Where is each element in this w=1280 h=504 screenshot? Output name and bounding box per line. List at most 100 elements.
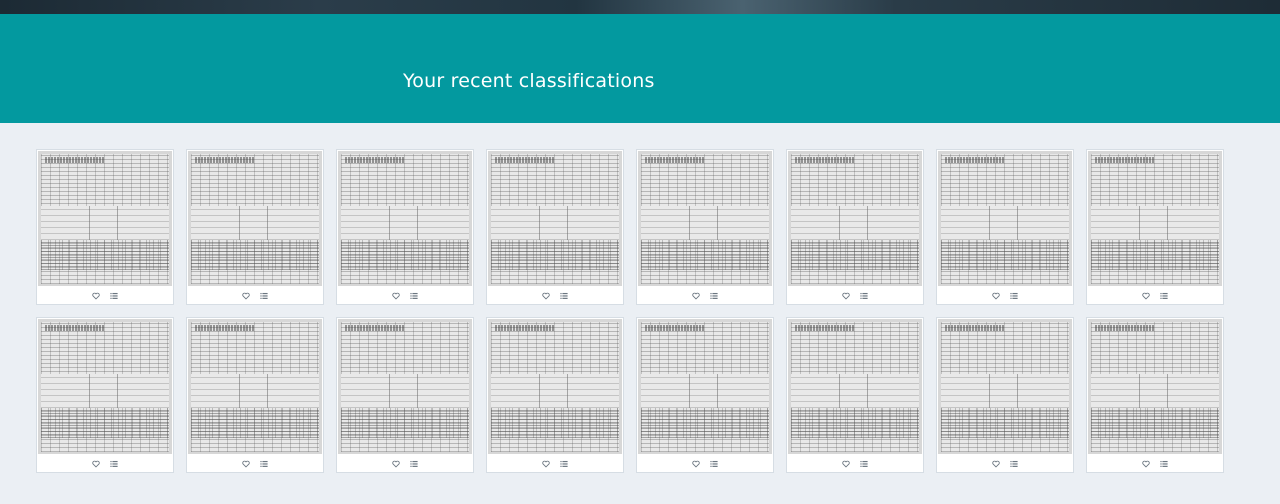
scanned-form-thumbnail[interactable] bbox=[788, 151, 922, 286]
add-to-collection-button[interactable] bbox=[1009, 459, 1019, 469]
scanned-form-image bbox=[41, 322, 169, 452]
add-to-collection-button[interactable] bbox=[259, 291, 269, 301]
favorite-button[interactable] bbox=[91, 291, 101, 301]
favorite-button[interactable] bbox=[991, 459, 1001, 469]
card-actions bbox=[337, 456, 473, 472]
scanned-form-thumbnail[interactable] bbox=[638, 151, 772, 286]
form-head-section bbox=[195, 157, 255, 163]
scanned-form-thumbnail[interactable] bbox=[488, 151, 622, 286]
add-to-collection-button[interactable] bbox=[559, 459, 569, 469]
add-to-collection-button[interactable] bbox=[709, 291, 719, 301]
add-to-collection-button[interactable] bbox=[1009, 291, 1019, 301]
scanned-form-thumbnail[interactable] bbox=[1088, 319, 1222, 454]
add-to-collection-button[interactable] bbox=[409, 459, 419, 469]
scanned-form-thumbnail[interactable] bbox=[38, 151, 172, 286]
collection-list-icon bbox=[560, 460, 568, 468]
scanned-form-thumbnail[interactable] bbox=[188, 319, 322, 454]
favorite-button[interactable] bbox=[841, 291, 851, 301]
add-to-collection-button[interactable] bbox=[109, 459, 119, 469]
favorite-button[interactable] bbox=[241, 459, 251, 469]
collection-list-icon bbox=[110, 292, 118, 300]
card-actions bbox=[937, 456, 1073, 472]
collection-list-icon bbox=[1160, 292, 1168, 300]
favorite-button[interactable] bbox=[391, 291, 401, 301]
scanned-form-image bbox=[191, 154, 319, 284]
scanned-form-thumbnail[interactable] bbox=[788, 319, 922, 454]
form-head-section bbox=[1095, 157, 1155, 163]
favorite-button[interactable] bbox=[841, 459, 851, 469]
favorite-button[interactable] bbox=[1141, 459, 1151, 469]
add-to-collection-button[interactable] bbox=[1159, 459, 1169, 469]
form-foot-section bbox=[791, 408, 919, 438]
card-actions bbox=[787, 288, 923, 304]
scanned-form-image bbox=[341, 154, 469, 284]
classifications-grid bbox=[36, 149, 1224, 473]
form-mid-section bbox=[941, 206, 1069, 240]
card-actions bbox=[787, 456, 923, 472]
card-actions bbox=[637, 288, 773, 304]
favorite-button[interactable] bbox=[391, 459, 401, 469]
form-head-section bbox=[945, 157, 1005, 163]
classification-card bbox=[486, 149, 624, 305]
add-to-collection-button[interactable] bbox=[259, 459, 269, 469]
collection-list-icon bbox=[110, 460, 118, 468]
scanned-form-image bbox=[641, 322, 769, 452]
heart-icon bbox=[92, 292, 100, 300]
form-head-section bbox=[645, 325, 705, 331]
add-to-collection-button[interactable] bbox=[859, 459, 869, 469]
card-actions bbox=[637, 456, 773, 472]
collection-list-icon bbox=[410, 292, 418, 300]
scanned-form-thumbnail[interactable] bbox=[38, 319, 172, 454]
favorite-button[interactable] bbox=[691, 459, 701, 469]
card-actions bbox=[487, 456, 623, 472]
hero-image-strip bbox=[0, 0, 1280, 14]
scanned-form-thumbnail[interactable] bbox=[488, 319, 622, 454]
form-foot-section bbox=[791, 240, 919, 270]
favorite-button[interactable] bbox=[691, 291, 701, 301]
add-to-collection-button[interactable] bbox=[409, 291, 419, 301]
form-mid-section bbox=[191, 374, 319, 408]
scanned-form-thumbnail[interactable] bbox=[638, 319, 772, 454]
add-to-collection-button[interactable] bbox=[109, 291, 119, 301]
collection-list-icon bbox=[1010, 292, 1018, 300]
add-to-collection-button[interactable] bbox=[859, 291, 869, 301]
form-mid-section bbox=[641, 374, 769, 408]
form-head-section bbox=[495, 325, 555, 331]
form-foot-section bbox=[1091, 408, 1219, 438]
favorite-button[interactable] bbox=[91, 459, 101, 469]
form-head-section bbox=[945, 325, 1005, 331]
classification-card bbox=[636, 317, 774, 473]
favorite-button[interactable] bbox=[541, 459, 551, 469]
form-foot-section bbox=[341, 240, 469, 270]
form-head-section bbox=[795, 325, 855, 331]
card-actions bbox=[337, 288, 473, 304]
favorite-button[interactable] bbox=[991, 291, 1001, 301]
scanned-form-thumbnail[interactable] bbox=[1088, 151, 1222, 286]
heart-icon bbox=[392, 292, 400, 300]
classification-card bbox=[636, 149, 774, 305]
scanned-form-thumbnail[interactable] bbox=[188, 151, 322, 286]
favorite-button[interactable] bbox=[541, 291, 551, 301]
scanned-form-image bbox=[41, 154, 169, 284]
add-to-collection-button[interactable] bbox=[709, 459, 719, 469]
card-actions bbox=[187, 288, 323, 304]
favorite-button[interactable] bbox=[1141, 291, 1151, 301]
add-to-collection-button[interactable] bbox=[1159, 291, 1169, 301]
add-to-collection-button[interactable] bbox=[559, 291, 569, 301]
classification-card bbox=[336, 149, 474, 305]
form-head-section bbox=[495, 157, 555, 163]
favorite-button[interactable] bbox=[241, 291, 251, 301]
collection-list-icon bbox=[1010, 460, 1018, 468]
heart-icon bbox=[842, 292, 850, 300]
form-mid-section bbox=[41, 374, 169, 408]
form-foot-section bbox=[641, 408, 769, 438]
scanned-form-thumbnail[interactable] bbox=[338, 151, 472, 286]
scanned-form-thumbnail[interactable] bbox=[938, 319, 1072, 454]
form-foot-section bbox=[941, 408, 1069, 438]
scanned-form-thumbnail[interactable] bbox=[938, 151, 1072, 286]
classification-card bbox=[936, 149, 1074, 305]
scanned-form-thumbnail[interactable] bbox=[338, 319, 472, 454]
classification-card bbox=[336, 317, 474, 473]
classification-card bbox=[186, 149, 324, 305]
form-foot-section bbox=[941, 240, 1069, 270]
